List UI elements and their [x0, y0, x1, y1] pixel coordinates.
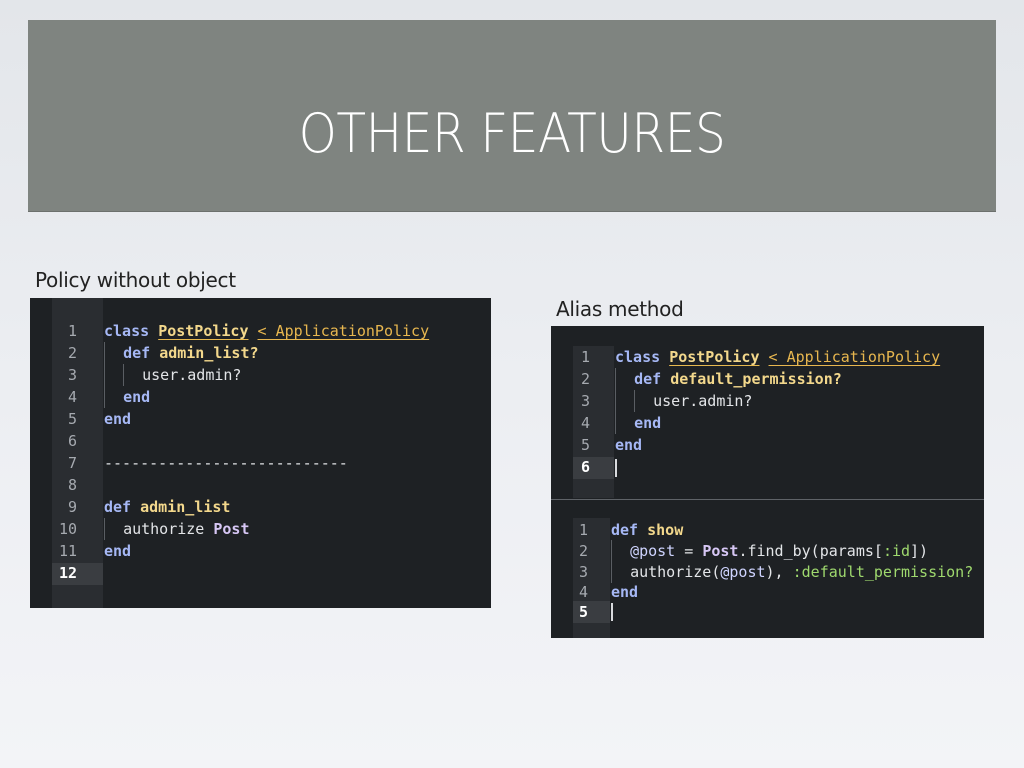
line-number: 8 [68, 476, 78, 494]
line-number-active: 6 [581, 458, 591, 476]
code-line-7: --------------------------- [104, 454, 348, 472]
line-number-active: 5 [579, 603, 589, 621]
line-number: 10 [59, 520, 78, 538]
code-panel-alias-method: 1 2 3 4 5 6 class PostPolicy < Applicati… [551, 326, 984, 638]
line-number: 1 [579, 521, 589, 539]
line-number: 5 [68, 410, 78, 428]
code-line-2: @post = Post.find_by(params[:id]) [611, 540, 928, 562]
code-line-5: end [615, 436, 643, 454]
line-number: 1 [68, 322, 78, 340]
line-number: 1 [581, 348, 591, 366]
code-line-4: end [615, 412, 661, 434]
title-banner: OTHER FEATURES [28, 20, 996, 212]
line-number: 9 [68, 498, 78, 516]
code-line-4: end [611, 583, 639, 601]
line-number: 6 [68, 432, 78, 450]
active-line-highlight-top [573, 457, 614, 479]
line-number: 2 [68, 344, 78, 362]
code-line-3: user.admin? [615, 390, 752, 412]
line-number: 11 [59, 542, 78, 560]
code-line-1: class PostPolicy < ApplicationPolicy [104, 322, 430, 340]
line-number: 3 [579, 563, 589, 581]
line-number: 7 [68, 454, 78, 472]
line-number: 4 [68, 388, 78, 406]
line-number: 5 [581, 436, 591, 454]
code-line-4: end [104, 386, 150, 408]
code-line-3: authorize(@post), :default_permission? [611, 561, 973, 583]
text-cursor [611, 603, 613, 621]
line-number: 3 [581, 392, 591, 410]
line-number: 2 [581, 370, 591, 388]
code-line-5: end [104, 410, 132, 428]
line-number: 3 [68, 366, 78, 384]
right-example-caption: Alias method [556, 297, 684, 321]
text-cursor [615, 459, 617, 477]
code-line-1: def show [611, 521, 684, 539]
line-number: 4 [581, 414, 591, 432]
code-line-3: user.admin? [104, 364, 241, 386]
code-line-2: def default_permission? [615, 368, 842, 390]
slide-title: OTHER FEATURES [298, 102, 726, 165]
code-line-9: def admin_list [104, 498, 231, 516]
code-line-1: class PostPolicy < ApplicationPolicy [615, 348, 941, 366]
code-line-10: authorize Post [104, 518, 250, 540]
code-panel-policy-without-object: 1 2 3 4 5 6 7 8 9 10 11 12 class PostPol… [30, 298, 491, 608]
editor-separator [551, 499, 984, 500]
code-line-11: end [104, 542, 132, 560]
line-number: 2 [579, 542, 589, 560]
code-line-2: def admin_list? [104, 342, 259, 364]
line-number-active: 12 [59, 564, 78, 582]
line-number: 4 [579, 583, 589, 601]
left-example-caption: Policy without object [35, 268, 236, 292]
